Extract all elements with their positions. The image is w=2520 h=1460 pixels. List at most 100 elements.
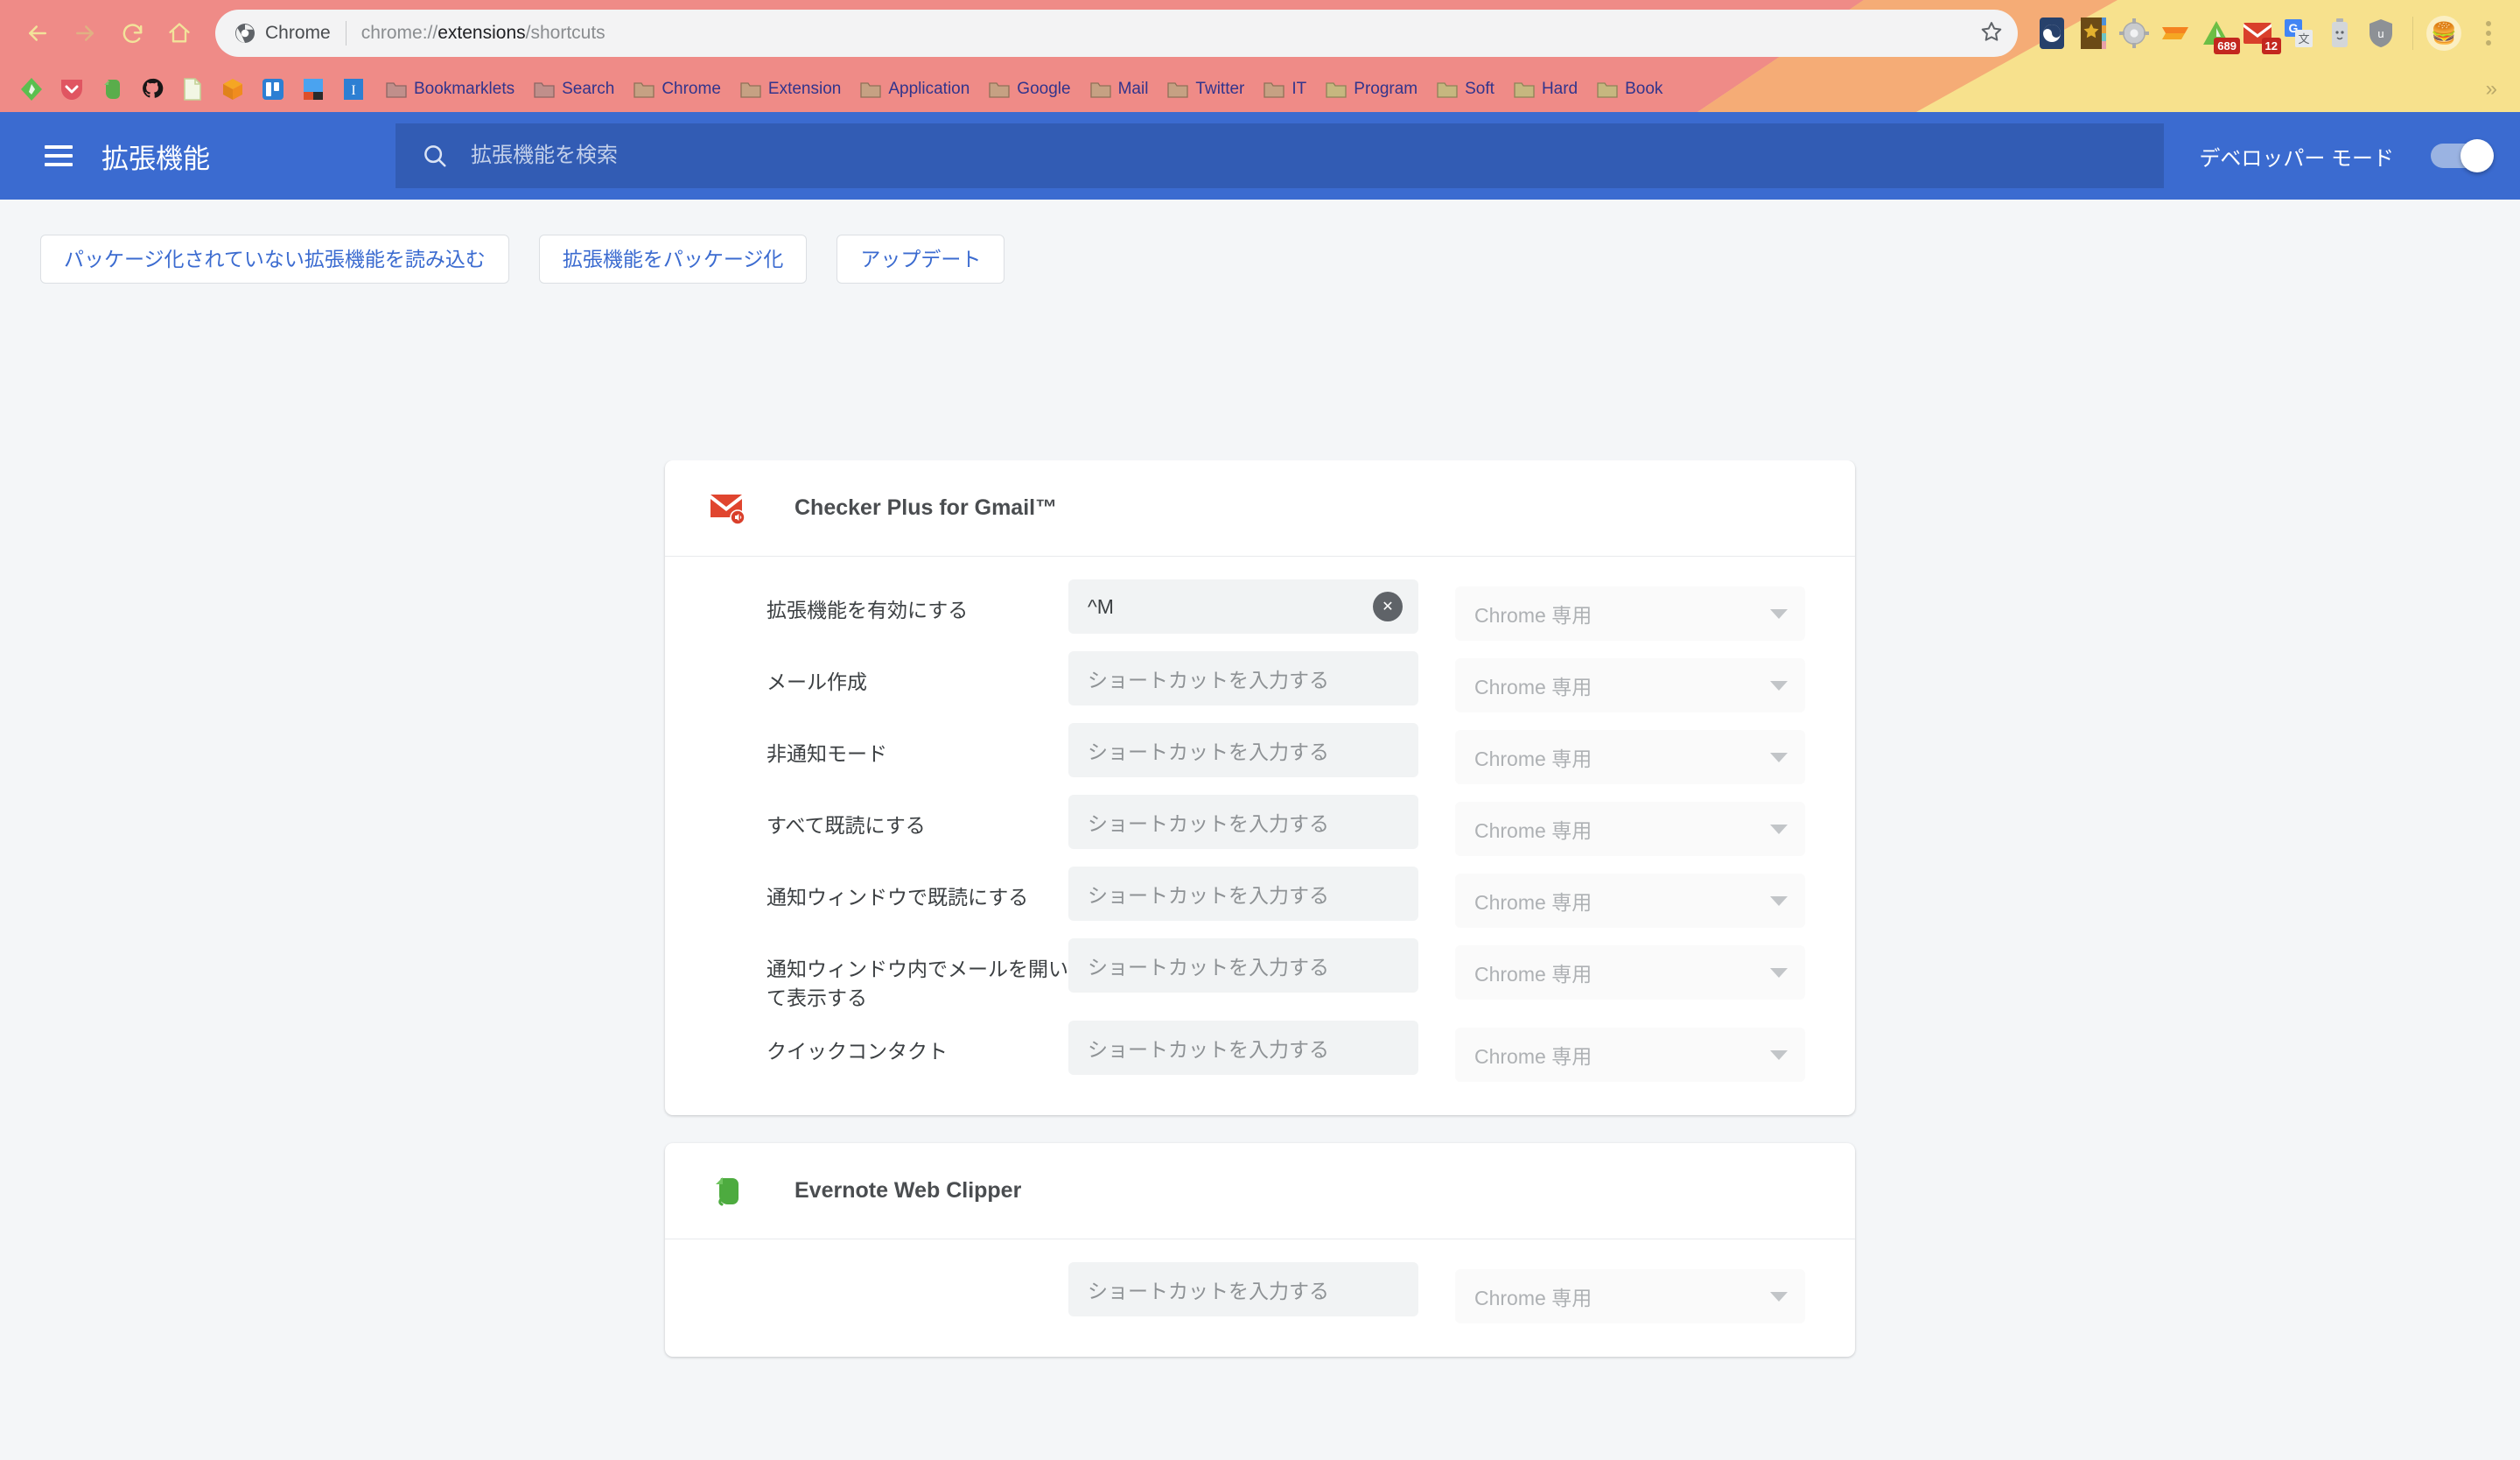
folder-icon [740,81,761,98]
shortcut-label: クイックコンタクト [766,1040,948,1063]
bookmark-folder-book[interactable]: Book [1589,73,1670,106]
gmail-checker-icon[interactable]: 12 [2239,15,2281,54]
shield-icon[interactable]: u [2362,15,2399,52]
bookmark-folder-it[interactable]: IT [1256,73,1314,106]
shortcut-input[interactable]: ショートカットを入力する [1068,938,1418,993]
document-favicon-icon[interactable] [177,74,208,105]
bookmark-folder-mail[interactable]: Mail [1082,73,1157,106]
bookmark-folder-soft[interactable]: Soft [1429,73,1502,106]
browser-menu-icon[interactable] [2471,15,2506,52]
instapaper-favicon-icon[interactable]: I [338,74,369,105]
search-icon [424,145,446,167]
shortcut-label: 拡張機能を有効にする [766,599,969,621]
shortcut-input[interactable]: ショートカットを入力する [1068,1021,1418,1076]
card-body: 拡張機能を有効にする ^M ✕ Chrome 専用 メール作成 ショートカットを… [665,557,1855,1115]
shortcut-scope-select[interactable]: Chrome 専用 [1455,1269,1805,1324]
battery-icon[interactable] [2321,15,2358,52]
shortcut-scope-select[interactable]: Chrome 専用 [1455,586,1805,641]
shortcut-scope-select[interactable]: Chrome 専用 [1455,945,1805,1000]
shortcut-input[interactable]: ^M ✕ [1068,579,1418,634]
update-button[interactable]: アップデート [836,235,1005,284]
folder-icon [1089,81,1111,98]
card-header: Evernote Web Clipper [665,1143,1855,1240]
card-body: ショートカットを入力する Chrome 専用 [665,1239,1855,1357]
shortcut-input[interactable]: ショートカットを入力する [1068,795,1418,849]
omnibox-url-text[interactable]: chrome://extensions/shortcuts [361,23,1970,44]
folder-icon [1326,81,1347,98]
stumbleupon-icon[interactable] [2034,15,2070,52]
bookmark-star-icon[interactable] [1979,19,2004,48]
shortcut-scope-select[interactable]: Chrome 専用 [1455,658,1805,712]
shortcut-placeholder: ショートカットを入力する [1088,1280,1329,1303]
extensions-toolbar: 拡張機能 デベロッパー モード [0,112,2520,200]
reload-icon[interactable] [108,10,156,57]
search-box[interactable] [396,123,2165,188]
avatar[interactable]: 🍔 [2426,16,2461,51]
shortcut-label: 通知ウィンドウ内でメールを開いて表示する [766,958,1068,1009]
bookmark-folder-label: Book [1625,80,1663,98]
google-translate-icon[interactable]: G 文 [2280,15,2317,52]
feedly-favicon-icon[interactable] [16,74,47,105]
shortcut-input[interactable]: ショートカットを入力する [1068,651,1418,705]
pack-extension-button[interactable]: 拡張機能をパッケージ化 [538,235,808,284]
bookmark-folder-hard[interactable]: Hard [1506,73,1586,106]
developer-mode-label: デベロッパー モード [2199,146,2394,171]
bookmark-folder-label: Soft [1465,80,1494,98]
developer-mode-toggle[interactable] [2431,139,2494,172]
shortcut-input[interactable]: ショートカットを入力する [1068,867,1418,921]
scope-value: Chrome 専用 [1474,676,1592,698]
shortcut-scope-select[interactable]: Chrome 専用 [1455,730,1805,784]
pocket-favicon-icon[interactable] [56,74,88,105]
github-favicon-icon[interactable] [136,74,168,105]
gear-settings-icon[interactable] [2116,15,2152,52]
box-favicon-icon[interactable] [217,74,248,105]
back-arrow-icon[interactable] [14,10,61,57]
shortcut-input[interactable]: ショートカットを入力する [1068,1262,1418,1317]
shortcut-label [766,1262,1068,1279]
bookmark-star-extension-icon[interactable] [2075,15,2111,52]
menu-dot [2486,21,2491,26]
folder-icon [860,81,881,98]
clear-shortcut-icon[interactable]: ✕ [1373,592,1403,621]
svg-text:文: 文 [2298,32,2309,46]
bookmark-folder-google[interactable]: Google [981,73,1078,106]
extensions-page: 拡張機能 デベロッパー モード パッケージ化されていない拡張機能を読み込む 拡張… [0,112,2520,1460]
folder-icon [1167,81,1189,98]
bookmark-folder-application[interactable]: Application [852,73,977,106]
bookmark-folder-chrome[interactable]: Chrome [626,73,729,106]
shortcut-placeholder: ショートカットを入力する [1088,812,1329,835]
feedly-icon[interactable]: 689 [2198,15,2240,54]
home-icon[interactable] [156,10,203,57]
evernote-favicon-icon[interactable] [96,74,128,105]
bookmark-folder-label: Mail [1117,80,1149,98]
shortcut-scope-select[interactable]: Chrome 専用 [1455,802,1805,856]
bookmark-folder-label: Chrome [662,80,721,98]
bookmark-folder-search[interactable]: Search [526,73,622,106]
hamburger-line [45,163,73,166]
bookmarks-overflow-icon[interactable]: » [2486,77,2508,102]
shortcut-input[interactable]: ショートカットを入力する [1068,723,1418,777]
hamburger-menu-icon[interactable] [35,132,82,179]
chevron-down-icon [1770,608,1788,619]
trello-favicon-icon[interactable] [257,74,289,105]
color-square-favicon-icon[interactable] [298,74,329,105]
shortcut-row: すべて既読にする ショートカットを入力する Chrome 専用 [665,795,1855,858]
bookmark-folder-twitter[interactable]: Twitter [1159,73,1252,106]
card-header: Checker Plus for Gmail™ [665,460,1855,557]
evernote-elephant-icon [709,1172,747,1211]
bookmark-folder-program[interactable]: Program [1318,73,1425,106]
shortcut-placeholder: ショートカットを入力する [1088,956,1329,979]
folder-icon [534,81,555,98]
bookmark-folder-extension[interactable]: Extension [732,73,849,106]
shortcut-label: 非通知モード [766,742,887,765]
shortcut-scope-select[interactable]: Chrome 専用 [1455,1028,1805,1083]
extension-toolbar-icons: 689 12 G 文 u 🍔 [2034,15,2506,54]
folder-icon [1264,81,1285,98]
load-unpacked-button[interactable]: パッケージ化されていない拡張機能を読み込む [40,235,509,284]
chrome-logo-icon [235,24,255,43]
search-input[interactable] [471,144,2138,168]
bookmark-folder-bookmarklets[interactable]: Bookmarklets [378,73,522,106]
address-bar[interactable]: Chrome chrome://extensions/shortcuts [215,10,2018,57]
orange-fold-icon[interactable] [2157,15,2194,52]
shortcut-scope-select[interactable]: Chrome 専用 [1455,874,1805,928]
